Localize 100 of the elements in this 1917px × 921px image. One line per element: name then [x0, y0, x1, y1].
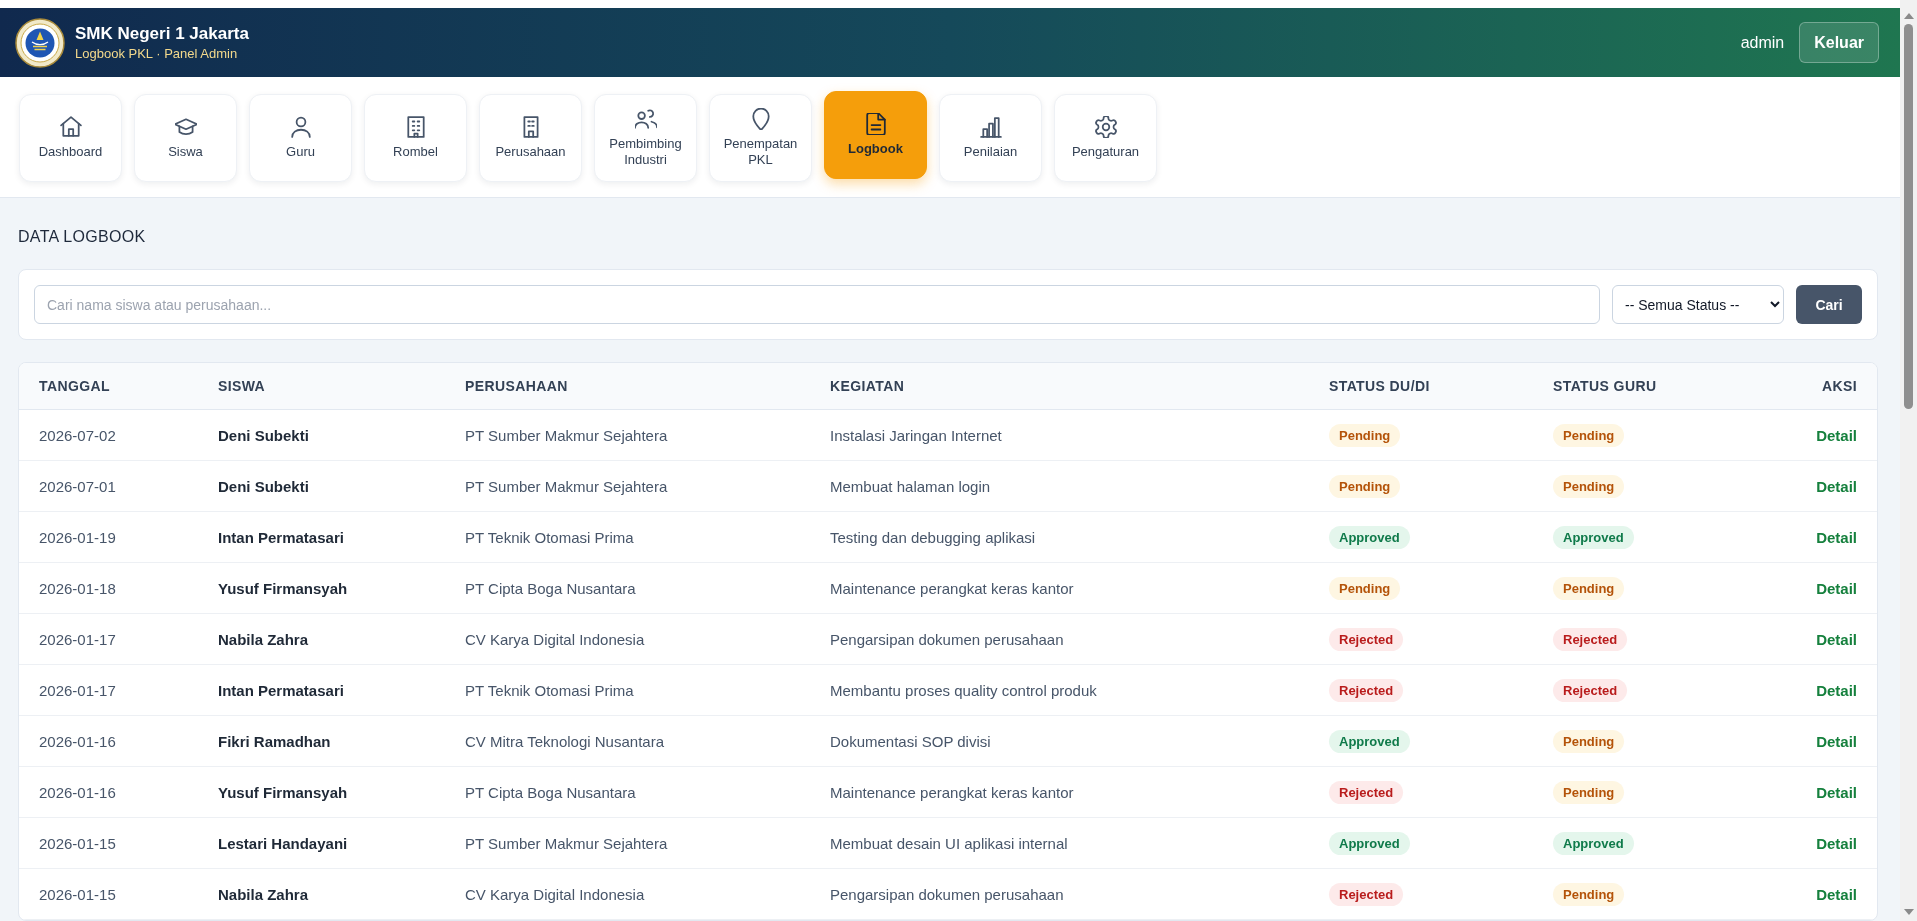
nav-tab[interactable]: Perusahaan — [479, 94, 582, 182]
nav-tab[interactable]: Guru — [249, 94, 352, 182]
search-button[interactable]: Cari — [1796, 285, 1862, 324]
column-header: AKSI — [1821, 378, 1857, 394]
scrollbar-thumb[interactable] — [1904, 24, 1913, 409]
student-name-cell-text: Yusuf Firmansyah — [218, 579, 349, 597]
bar-chart-icon — [979, 116, 1002, 138]
detail-link[interactable]: Detail — [1816, 528, 1857, 546]
home-icon — [59, 116, 82, 138]
date-cell-text: 2026-01-19 — [39, 528, 117, 546]
status-badge: Pending — [1553, 780, 1625, 804]
student-name-cell-text: Deni Subekti — [218, 426, 310, 444]
company-cell-text: PT Cipta Boga Nusantara — [465, 783, 637, 801]
column-header: STATUS DU/DI — [1329, 378, 1431, 394]
status-badge: Pending — [1553, 474, 1625, 498]
date-cell-text: 2026-01-15 — [39, 885, 117, 903]
detail-link[interactable]: Detail — [1816, 732, 1857, 750]
date-cell-text: 2026-07-01 — [39, 477, 117, 495]
status-select[interactable]: -- Semua Status -- — [1612, 285, 1784, 324]
nav-tab[interactable]: Logbook — [824, 91, 927, 179]
status-badge: Pending — [1553, 576, 1625, 600]
company-cell-text: PT Teknik Otomasi Prima — [465, 681, 635, 699]
column-header: KEGIATAN — [830, 378, 906, 394]
student-name-cell-text: Deni Subekti — [218, 477, 310, 495]
search-field[interactable]: Cari nama siswa atau perusahaan... — [34, 285, 1600, 324]
detail-link[interactable]: Detail — [1816, 426, 1857, 444]
emblem-icon — [15, 17, 65, 68]
status-badge: Approved — [1329, 729, 1410, 753]
nav-tab[interactable]: Penilaian — [939, 94, 1042, 182]
scroll-up-arrow-icon[interactable] — [1903, 13, 1914, 19]
status-badge: Pending — [1553, 729, 1625, 753]
student-name-cell-text: Nabila Zahra — [218, 630, 310, 648]
activity-cell-text: Instalasi Jaringan Internet — [830, 426, 1003, 444]
nav-tab[interactable]: Pembimbing Industri — [594, 94, 697, 182]
company-cell-text: CV Karya Digital Indonesia — [465, 630, 646, 648]
student-name-cell-text: Lestari Handayani — [218, 834, 349, 852]
activity-cell-text: Maintenance perangkat keras kantor — [830, 783, 1075, 801]
status-badge: Pending — [1553, 882, 1625, 906]
status-badge: Approved — [1329, 525, 1410, 549]
activity-cell-text: Testing dan debugging aplikasi — [830, 528, 1037, 546]
student-name-cell-text: Intan Permatasari — [218, 681, 345, 699]
column-header: PERUSAHAAN — [465, 378, 569, 394]
column-header: SISWA — [218, 378, 267, 394]
status-badge: Rejected — [1553, 678, 1628, 702]
status-badge: Approved — [1329, 831, 1410, 855]
nav-tab[interactable]: Siswa — [134, 94, 237, 182]
nav-tab[interactable]: Penempatan PKL — [709, 94, 812, 182]
date-cell-text: 2026-01-18 — [39, 579, 117, 597]
nav-tab[interactable]: Rombel — [364, 94, 467, 182]
company-cell-text: PT Sumber Makmur Sejahtera — [465, 426, 669, 444]
detail-link[interactable]: Detail — [1816, 579, 1857, 597]
date-cell-text: 2026-01-16 — [39, 783, 117, 801]
detail-link[interactable]: Detail — [1816, 630, 1857, 648]
student-name-cell-text: Yusuf Firmansyah — [218, 783, 349, 801]
company-cell-text: PT Sumber Makmur Sejahtera — [465, 834, 669, 852]
status-badge: Rejected — [1329, 678, 1404, 702]
company-cell-text: CV Karya Digital Indonesia — [465, 885, 646, 903]
status-badge: Pending — [1329, 576, 1401, 600]
activity-cell-text: Pengarsipan dokumen perusahaan — [830, 885, 1065, 903]
document-icon — [864, 113, 887, 135]
app-subtitle: Logbook PKL · Panel Admin — [75, 46, 239, 62]
detail-link[interactable]: Detail — [1816, 477, 1857, 495]
status-badge: Approved — [1553, 831, 1634, 855]
status-badge: Pending — [1329, 423, 1401, 447]
building-icon — [404, 116, 427, 138]
status-badge: Approved — [1553, 525, 1634, 549]
scrollbar[interactable] — [1900, 0, 1917, 921]
school-name: SMK Negeri 1 Jakarta — [75, 23, 249, 44]
settings-icon — [1094, 116, 1117, 138]
date-cell-text: 2026-01-17 — [39, 630, 117, 648]
activity-cell-text: Dokumentasi SOP divisi — [830, 732, 992, 750]
detail-link[interactable]: Detail — [1816, 681, 1857, 699]
column-header: STATUS GURU — [1553, 378, 1658, 394]
status-badge: Rejected — [1329, 780, 1404, 804]
date-cell-text: 2026-01-15 — [39, 834, 117, 852]
activity-cell-text: Pengarsipan dokumen perusahaan — [830, 630, 1065, 648]
logout-button[interactable]: Keluar — [1799, 22, 1879, 63]
nav-tab[interactable]: Dashboard — [19, 94, 122, 182]
scroll-down-arrow-icon[interactable] — [1903, 909, 1914, 915]
nav-tab[interactable]: Pengaturan — [1054, 94, 1157, 182]
student-name-cell-text: Fikri Ramadhan — [218, 732, 332, 750]
status-badge: Rejected — [1553, 627, 1628, 651]
detail-link[interactable]: Detail — [1816, 834, 1857, 852]
activity-cell-text: Membuat halaman login — [830, 477, 992, 495]
date-cell-text: 2026-01-17 — [39, 681, 117, 699]
graduation-cap-icon — [174, 116, 197, 138]
status-badge: Pending — [1329, 474, 1401, 498]
company-cell-text: PT Teknik Otomasi Prima — [465, 528, 635, 546]
username: admin — [1740, 33, 1785, 52]
detail-link[interactable]: Detail — [1816, 783, 1857, 801]
status-badge: Rejected — [1329, 627, 1404, 651]
student-name-cell-text: Intan Permatasari — [218, 528, 345, 546]
date-cell-text: 2026-07-02 — [39, 426, 117, 444]
map-pin-icon — [749, 108, 772, 130]
student-name-cell-text: Nabila Zahra — [218, 885, 310, 903]
detail-link[interactable]: Detail — [1816, 885, 1857, 903]
company-cell-text: PT Sumber Makmur Sejahtera — [465, 477, 669, 495]
column-header: TANGGAL — [39, 378, 111, 394]
company-cell-text: CV Mitra Teknologi Nusantara — [465, 732, 665, 750]
activity-cell-text: Membantu proses quality control produk — [830, 681, 1098, 699]
